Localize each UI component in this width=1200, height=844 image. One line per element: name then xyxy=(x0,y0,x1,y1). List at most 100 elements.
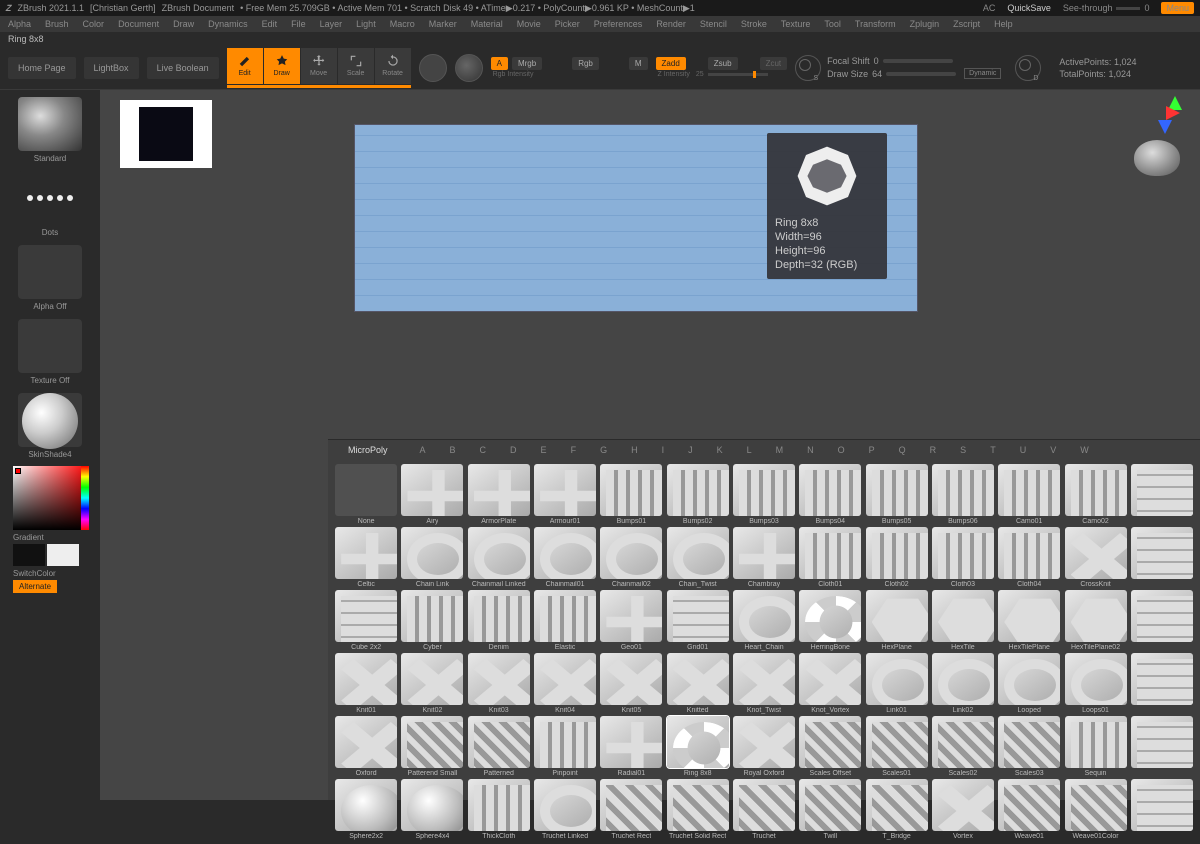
letter-I[interactable]: I xyxy=(662,445,665,455)
letter-A[interactable]: A xyxy=(420,445,426,455)
letter-T[interactable]: T xyxy=(990,445,996,455)
mp-item[interactable]: Scales01 xyxy=(864,716,928,777)
menu-file[interactable]: File xyxy=(291,19,306,29)
mp-item[interactable]: Chain_Twist xyxy=(666,527,730,588)
menu-material[interactable]: Material xyxy=(471,19,503,29)
mp-item[interactable]: Pinpoint xyxy=(533,716,597,777)
menu-picker[interactable]: Picker xyxy=(555,19,580,29)
letter-D[interactable]: D xyxy=(510,445,517,455)
mp-item[interactable]: Elastic xyxy=(533,590,597,651)
zsub-chip[interactable]: Zsub xyxy=(708,57,738,70)
mp-item[interactable]: Armour01 xyxy=(533,464,597,525)
menu-brush[interactable]: Brush xyxy=(45,19,69,29)
mp-item[interactable]: Royal Oxford xyxy=(732,716,796,777)
menu-render[interactable]: Render xyxy=(656,19,686,29)
color-picker[interactable]: Gradient SwitchColor Alternate xyxy=(11,464,89,595)
mp-item[interactable]: Knot_Twist xyxy=(732,653,796,714)
mp-item[interactable]: Knit02 xyxy=(400,653,464,714)
focal-icon[interactable]: S xyxy=(795,55,821,81)
rotate-button[interactable]: Rotate xyxy=(375,48,411,84)
mp-item[interactable]: HexTilePlane02 xyxy=(1063,590,1127,651)
letter-P[interactable]: P xyxy=(869,445,875,455)
mp-item[interactable]: ThickCloth xyxy=(467,779,531,840)
mp-item[interactable]: HerringBone xyxy=(798,590,862,651)
rgb-chip[interactable]: Rgb xyxy=(572,57,599,70)
mp-item[interactable] xyxy=(1130,527,1194,588)
a-chip[interactable]: A xyxy=(491,57,508,70)
letter-E[interactable]: E xyxy=(541,445,547,455)
mp-item[interactable]: Link01 xyxy=(864,653,928,714)
letter-K[interactable]: K xyxy=(717,445,723,455)
mp-item[interactable]: Bumps03 xyxy=(732,464,796,525)
mp-item[interactable]: Chainmail02 xyxy=(599,527,663,588)
move-button[interactable]: Move xyxy=(301,48,337,84)
mp-item[interactable]: HexTile xyxy=(931,590,995,651)
mp-item[interactable]: Scales02 xyxy=(931,716,995,777)
mp-item[interactable]: Celtic xyxy=(334,527,398,588)
texture-slot[interactable]: Texture Off xyxy=(12,316,88,388)
mp-item[interactable]: Cloth03 xyxy=(931,527,995,588)
mp-item[interactable]: Weave01Color xyxy=(1063,779,1127,840)
mp-item[interactable]: Grid01 xyxy=(666,590,730,651)
letter-W[interactable]: W xyxy=(1080,445,1089,455)
mp-item[interactable]: Radial01 xyxy=(599,716,663,777)
mp-item[interactable]: Truchet Linked xyxy=(533,779,597,840)
mp-item[interactable]: HexPlane xyxy=(864,590,928,651)
mp-item[interactable]: Sequin xyxy=(1063,716,1127,777)
letter-H[interactable]: H xyxy=(631,445,638,455)
menu-help[interactable]: Help xyxy=(994,19,1013,29)
mp-item[interactable]: Camo01 xyxy=(997,464,1061,525)
mp-item[interactable]: Truchet xyxy=(732,779,796,840)
mp-item[interactable] xyxy=(1130,779,1194,840)
mp-item[interactable]: Looped xyxy=(997,653,1061,714)
mp-item[interactable]: Bumps04 xyxy=(798,464,862,525)
letter-M[interactable]: M xyxy=(776,445,784,455)
mp-item[interactable]: Ring 8x8 xyxy=(666,716,730,777)
gizmo-toggle[interactable] xyxy=(419,54,447,82)
letter-N[interactable]: N xyxy=(807,445,814,455)
letter-R[interactable]: R xyxy=(930,445,937,455)
scale-button[interactable]: Scale xyxy=(338,48,374,84)
sculptris-toggle[interactable] xyxy=(455,54,483,82)
mp-item[interactable]: Vortex xyxy=(931,779,995,840)
dynamic-chip[interactable]: Dynamic xyxy=(964,68,1001,79)
alpha-slot[interactable]: Alpha Off xyxy=(12,242,88,314)
menu-tool[interactable]: Tool xyxy=(824,19,841,29)
mp-item[interactable]: Bumps02 xyxy=(666,464,730,525)
menu-macro[interactable]: Macro xyxy=(390,19,415,29)
menu-preferences[interactable]: Preferences xyxy=(594,19,643,29)
menu-zscript[interactable]: Zscript xyxy=(953,19,980,29)
mp-item[interactable]: Chainmail01 xyxy=(533,527,597,588)
menu-button[interactable]: Menu xyxy=(1161,2,1194,14)
letter-L[interactable]: L xyxy=(747,445,752,455)
mp-item[interactable]: Cyber xyxy=(400,590,464,651)
micropoly-tab[interactable]: MicroPoly xyxy=(336,445,400,455)
stroke-slot[interactable]: Dots xyxy=(12,168,88,240)
mp-item[interactable]: Oxford xyxy=(334,716,398,777)
menu-texture[interactable]: Texture xyxy=(781,19,811,29)
mp-item[interactable]: Patterend Small xyxy=(400,716,464,777)
mp-item[interactable]: Chainmail Linked xyxy=(467,527,531,588)
canvas[interactable]: Ring 8x8 Width=96 Height=96 Depth=32 (RG… xyxy=(100,90,1200,800)
menu-draw[interactable]: Draw xyxy=(173,19,194,29)
mp-item[interactable]: Denim xyxy=(467,590,531,651)
mp-item[interactable]: Loops01 xyxy=(1063,653,1127,714)
mesh-preview-icon[interactable] xyxy=(1134,140,1180,176)
mrgb-chip[interactable]: Mrgb xyxy=(512,57,542,70)
mp-item[interactable]: Knot_Vortex xyxy=(798,653,862,714)
mp-item[interactable]: Scales Offset xyxy=(798,716,862,777)
mp-item[interactable]: Bumps06 xyxy=(931,464,995,525)
mp-item[interactable]: Truchet Rect xyxy=(599,779,663,840)
letter-Q[interactable]: Q xyxy=(899,445,906,455)
mp-item[interactable]: Knit04 xyxy=(533,653,597,714)
mp-item[interactable] xyxy=(1130,590,1194,651)
menu-color[interactable]: Color xyxy=(83,19,105,29)
menu-edit[interactable]: Edit xyxy=(262,19,278,29)
letter-C[interactable]: C xyxy=(480,445,487,455)
m-chip[interactable]: M xyxy=(629,57,648,70)
mp-item[interactable]: Weave01 xyxy=(997,779,1061,840)
viewport-grid[interactable]: Ring 8x8 Width=96 Height=96 Depth=32 (RG… xyxy=(354,124,918,312)
mp-item[interactable]: HexTilePlane xyxy=(997,590,1061,651)
letter-J[interactable]: J xyxy=(688,445,693,455)
material-slot[interactable]: SkinShade4 xyxy=(12,390,88,462)
